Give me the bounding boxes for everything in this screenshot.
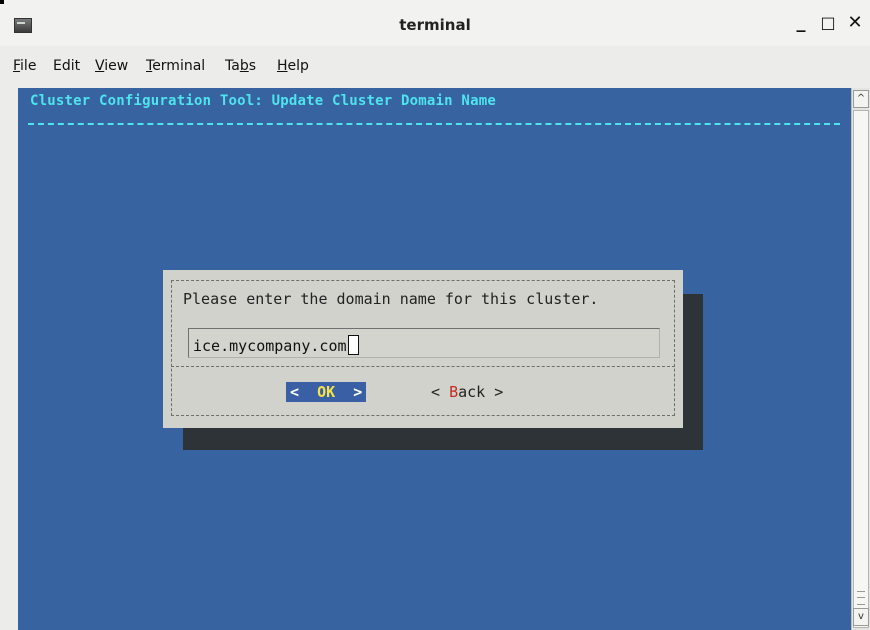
menu-tabs[interactable]: Tabs [225,58,256,74]
text-cursor [347,335,359,355]
menu-tabs-label-pre: Ta [225,58,240,74]
menu-file-mnemonic: F [13,58,21,74]
scroll-up-arrow-icon[interactable]: ^ [853,90,869,108]
menu-terminal-label: erminal [152,58,206,74]
maximize-icon[interactable]: □ [819,12,837,34]
back-button-label: ack > [458,383,504,401]
terminal-screen[interactable]: Cluster Configuration Tool: Update Clust… [18,88,851,630]
window-title: terminal [399,16,471,34]
vertical-scrollbar[interactable]: ^ v [851,88,870,630]
menu-file[interactable]: File [13,58,36,74]
scroll-grip-icon [857,591,865,605]
title-bar[interactable]: terminal _ □ ✕ [0,0,870,46]
menu-terminal[interactable]: Terminal [146,58,205,74]
menu-tabs-label: s [248,58,257,74]
menu-edit[interactable]: Edit [53,58,80,74]
tool-header: Cluster Configuration Tool: Update Clust… [30,93,496,109]
menu-help[interactable]: Help [277,58,309,74]
domain-name-dialog: Please enter the domain name for this cl… [163,270,683,428]
scroll-down-arrow-icon[interactable]: v [853,608,869,626]
scroll-thumb[interactable] [853,110,869,628]
ok-button-label: OK [317,383,336,401]
window-corner [0,0,4,4]
domain-name-value: ice.mycompany.com [193,335,359,355]
ok-button-left: < [290,383,318,401]
menu-bar: File Edit View Terminal Tabs Help [0,50,870,80]
domain-name-input[interactable]: ice.mycompany.com [188,328,660,358]
terminal-window: terminal _ □ ✕ File Edit View Terminal T… [0,0,870,630]
header-divider [28,123,840,125]
dialog-button-divider [171,366,675,367]
menu-file-label: ile [20,58,37,74]
ok-button-right: > [335,383,363,401]
menu-view-label: iew [104,58,129,74]
menu-view[interactable]: View [95,58,128,74]
menu-help-label: elp [287,58,309,74]
back-button-hotkey: B [449,383,459,401]
back-button[interactable]: < Back > [431,382,503,402]
back-button-left: < [431,383,450,401]
minimize-icon[interactable]: _ [792,12,810,34]
menu-edit-label: Edit [53,58,81,74]
menu-tabs-mnemonic: b [239,58,249,74]
domain-name-text: ice.mycompany.com [193,337,347,355]
ok-button[interactable]: < OK > [286,382,367,402]
menu-view-mnemonic: V [95,58,105,74]
menu-help-mnemonic: H [277,58,288,74]
dialog-prompt: Please enter the domain name for this cl… [183,290,599,308]
close-icon[interactable]: ✕ [846,12,864,34]
